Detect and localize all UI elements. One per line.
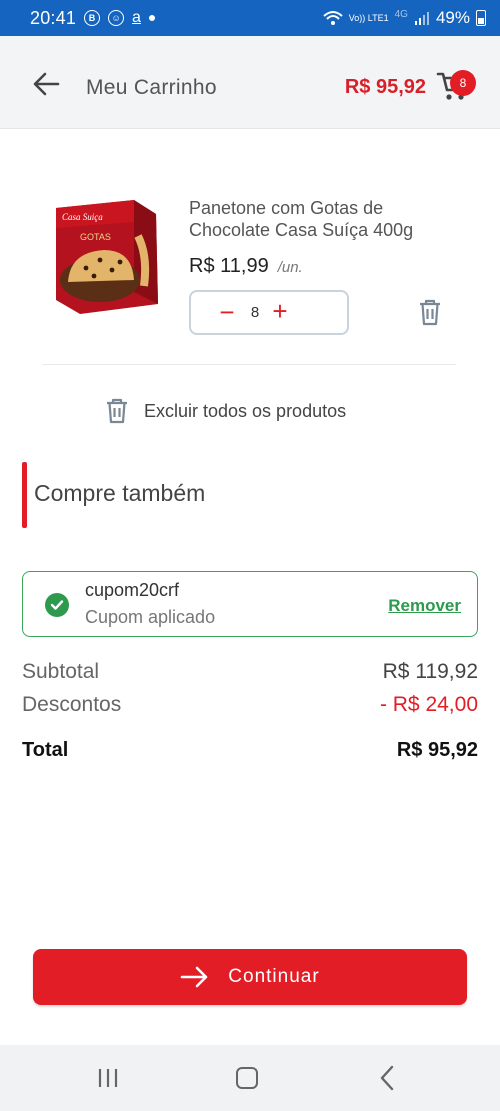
product-name: Panetone com Gotas de Chocolate Casa Suí… (189, 198, 414, 240)
app-bar: Meu Carrinho R$ 95,92 8 (0, 36, 500, 129)
price-unit: /un. (277, 259, 303, 276)
more-notifications-icon (148, 15, 155, 21)
quantity-stepper: − 8 + (189, 290, 349, 335)
coupon-card: cupom20crf Cupom aplicado Remover (22, 571, 478, 637)
trash-icon (107, 398, 127, 424)
face-notification-icon: ☺ (108, 10, 125, 26)
product-brand: Casa Suiça (62, 212, 103, 222)
network-type: Vo)) LTE1 (348, 12, 389, 23)
clear-all-button[interactable]: Excluir todos os produtos (106, 398, 346, 424)
home-icon[interactable] (236, 1067, 258, 1089)
amazon-notification-icon: a (132, 9, 141, 26)
continue-button[interactable]: Continuar (33, 949, 467, 1005)
section-accent-bar (22, 462, 27, 528)
clock: 20:41 (30, 7, 77, 28)
total-value: R$ 95,92 (396, 739, 478, 761)
subtotal-row: Subtotal R$ 119,92 (22, 660, 478, 684)
increment-button[interactable]: + (269, 298, 291, 324)
b-notification-icon: B (84, 10, 101, 26)
system-nav-bar (0, 1045, 500, 1111)
discount-label: Descontos (22, 693, 122, 716)
product-variant: GOTAS (80, 232, 111, 242)
page-title: Meu Carrinho (86, 76, 217, 99)
system-back-icon[interactable] (378, 1065, 396, 1091)
total-label: Total (22, 739, 69, 761)
subtotal-label: Subtotal (22, 660, 100, 683)
cart-total: R$ 95,92 (344, 76, 426, 98)
subtotal-value: R$ 119,92 (382, 660, 478, 683)
coupon-status: Cupom aplicado (85, 607, 216, 627)
discount-value: - R$ 24,00 (379, 693, 478, 716)
wifi-icon (323, 11, 343, 25)
product-image: Casa Suiça GOTAS (56, 200, 158, 314)
battery-icon (476, 10, 486, 26)
status-bar: 20:41 B ☺ a Vo)) LTE1 4G 49% (0, 0, 500, 36)
check-circle-icon (45, 593, 69, 617)
decrement-button[interactable]: − (217, 299, 237, 325)
network-gen: 4G (394, 8, 408, 20)
recent-apps-icon[interactable] (96, 1067, 120, 1089)
notification-icons: B ☺ a (84, 9, 155, 27)
section-title: Compre também (34, 480, 206, 506)
battery-percent: 49% (435, 8, 470, 27)
product-price: R$ 11,99 (189, 255, 269, 277)
divider (42, 364, 456, 365)
signal-icon (414, 12, 429, 25)
remove-item-trash-icon[interactable] (418, 298, 442, 326)
clear-all-label: Excluir todos os produtos (144, 400, 347, 421)
discount-row: Descontos - R$ 24,00 (22, 693, 478, 717)
quantity-value: 8 (250, 304, 260, 321)
total-row: Total R$ 95,92 (22, 739, 478, 762)
remove-coupon-link[interactable]: Remover (388, 596, 461, 616)
coupon-code: cupom20crf (85, 580, 180, 600)
continue-label: Continuar (228, 966, 320, 987)
cart-count-badge: 8 (450, 70, 476, 96)
back-arrow-icon[interactable] (30, 68, 62, 100)
price-row: R$ 11,99 /un. (189, 255, 303, 278)
arrow-right-icon (180, 966, 208, 988)
